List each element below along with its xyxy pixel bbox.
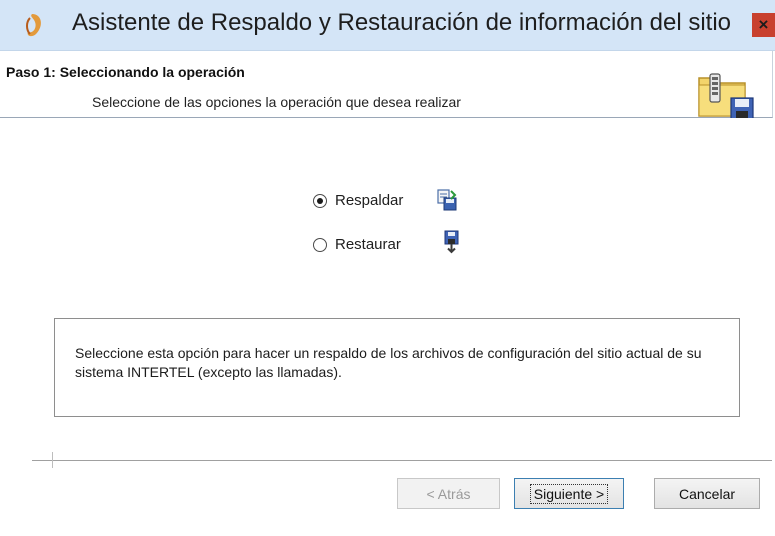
- next-button[interactable]: Siguiente >: [514, 478, 624, 509]
- backup-files-icon: [437, 189, 457, 211]
- app-logo-icon: [26, 14, 41, 37]
- window-title: Asistente de Respaldo y Restauración de …: [72, 9, 732, 36]
- option-respaldar[interactable]: Respaldar: [313, 192, 403, 209]
- option-restaurar-label: Restaurar: [335, 236, 401, 253]
- footer-separator: [32, 460, 772, 461]
- close-button[interactable]: ×: [752, 13, 775, 37]
- step-subtitle: Seleccione de las opciones la operación …: [92, 94, 461, 110]
- back-button[interactable]: < Atrás: [397, 478, 500, 509]
- wizard-body: Respaldar Restaurar Seleccione esta opci…: [0, 118, 772, 536]
- option-restaurar[interactable]: Restaurar: [313, 236, 401, 253]
- description-text: Seleccione esta opción para hacer un res…: [75, 345, 702, 380]
- radio-restaurar[interactable]: [313, 237, 327, 252]
- description-box: Seleccione esta opción para hacer un res…: [54, 318, 740, 417]
- restore-disk-icon: [444, 230, 459, 254]
- separator-tick: [52, 452, 53, 468]
- step-title: Paso 1: Seleccionando la operación: [6, 64, 245, 80]
- backup-folder-disk-icon: [698, 73, 754, 121]
- title-bar[interactable]: Asistente de Respaldo y Restauración de …: [0, 0, 775, 51]
- cancel-button[interactable]: Cancelar: [654, 478, 760, 509]
- wizard-header: Paso 1: Seleccionando la operación Selec…: [0, 51, 773, 121]
- next-button-label: Siguiente >: [529, 483, 609, 504]
- radio-respaldar[interactable]: [313, 193, 327, 208]
- option-respaldar-label: Respaldar: [335, 192, 404, 209]
